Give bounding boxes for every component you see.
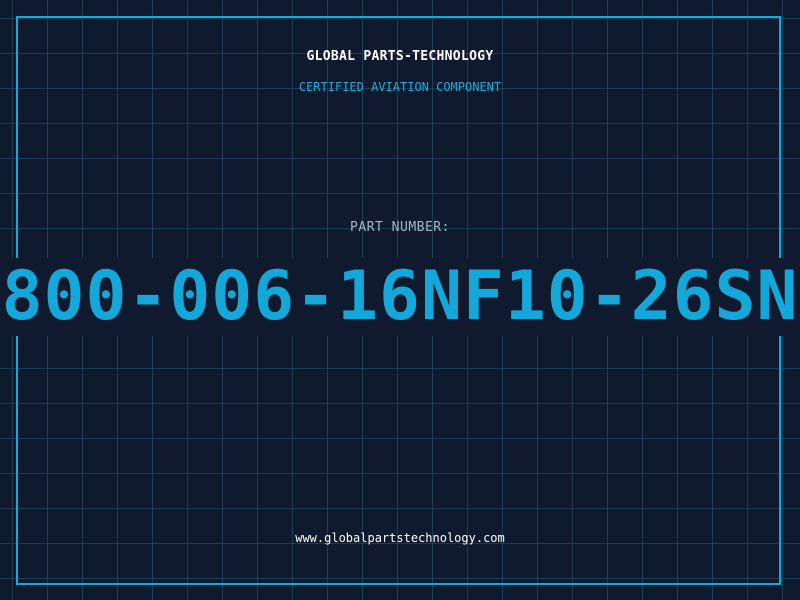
certificate-page: GLOBAL PARTS-TECHNOLOGY CERTIFIED AVIATI…	[0, 0, 800, 600]
brand-tagline: CERTIFIED AVIATION COMPONENT	[298, 80, 502, 94]
website-url: www.globalpartstechnology.com	[295, 531, 505, 545]
brand-title: GLOBAL PARTS-TECHNOLOGY	[306, 49, 494, 64]
part-number-band: 800-006-16NF10-26SN	[0, 258, 800, 336]
part-number-label: PART NUMBER:	[350, 220, 450, 235]
part-number-value: 800-006-16NF10-26SN	[1, 258, 799, 336]
